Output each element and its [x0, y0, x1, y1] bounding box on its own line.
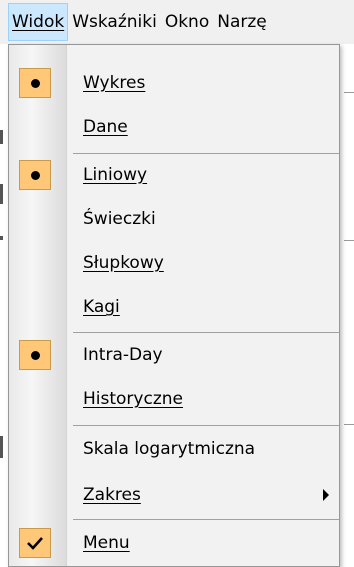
radio-dot-icon: [19, 340, 51, 370]
menu-item-label: Kagi: [83, 297, 120, 317]
menu-okno[interactable]: Okno: [161, 2, 213, 42]
menu-item-kagi[interactable]: Kagi: [9, 285, 339, 329]
menu-item-label: Świeczki: [83, 209, 156, 229]
menu-separator: [73, 519, 339, 520]
menu-item-dane[interactable]: Dane: [9, 105, 339, 149]
chart-tick: [344, 424, 354, 425]
menu-item-historyczne[interactable]: Historyczne: [9, 377, 339, 421]
menu-wskazniki-label: Wskaźniki: [72, 12, 157, 32]
widok-dropdown-menu: Wykres Dane Liniowy Świeczki Słupkowy Ka…: [8, 44, 340, 567]
submenu-arrow-icon: [323, 489, 329, 501]
radio-dot-icon: [19, 68, 51, 98]
menu-item-intra-day[interactable]: Intra-Day: [9, 333, 339, 377]
menu-item-label: Menu: [83, 533, 130, 553]
menu-wskazniki[interactable]: Wskaźniki: [68, 2, 161, 42]
chart-tick: [344, 240, 354, 241]
menu-widok-label: Widok: [12, 12, 65, 32]
menu-item-swieczki[interactable]: Świeczki: [9, 197, 339, 241]
menu-item-label: Słupkowy: [83, 253, 164, 273]
menu-item-skala-logarytmiczna[interactable]: Skala logarytmiczna: [9, 427, 339, 471]
menu-item-label: Dane: [83, 117, 128, 137]
background-chart-right: [340, 44, 354, 567]
menu-item-label: Historyczne: [83, 389, 183, 409]
chart-fragment: [0, 130, 3, 144]
menu-item-label: Wykres: [83, 73, 146, 93]
menu-item-menu[interactable]: Menu: [9, 521, 339, 565]
menu-item-label: Intra-Day: [83, 345, 163, 365]
menu-item-label: Zakres: [83, 485, 141, 505]
menu-bar: Widok Wskaźniki Okno Narzę: [0, 0, 354, 44]
menu-narzedzia[interactable]: Narzę: [213, 2, 271, 42]
menu-item-slupkowy[interactable]: Słupkowy: [9, 241, 339, 285]
menu-item-liniowy[interactable]: Liniowy: [9, 153, 339, 197]
menu-separator: [73, 425, 339, 426]
menu-item-label: Skala logarytmiczna: [83, 439, 256, 459]
chart-fragment: [0, 436, 3, 458]
menu-item-zakres[interactable]: Zakres: [9, 473, 339, 517]
menu-narzedzia-label: Narzę: [217, 12, 267, 32]
checkmark-icon: [19, 528, 51, 558]
menu-item-wykres[interactable]: Wykres: [9, 61, 339, 105]
app-window: Widok Wskaźniki Okno Narzę Wykres Dane L…: [0, 0, 354, 567]
radio-dot-icon: [19, 160, 51, 190]
menu-widok[interactable]: Widok: [8, 3, 69, 41]
menu-item-label: Liniowy: [83, 165, 148, 185]
chart-fragment: [0, 184, 3, 204]
background-chart-left: [0, 44, 8, 567]
chart-tick: [344, 92, 354, 93]
chart-fragment: [0, 236, 3, 240]
menu-okno-label: Okno: [164, 12, 210, 32]
